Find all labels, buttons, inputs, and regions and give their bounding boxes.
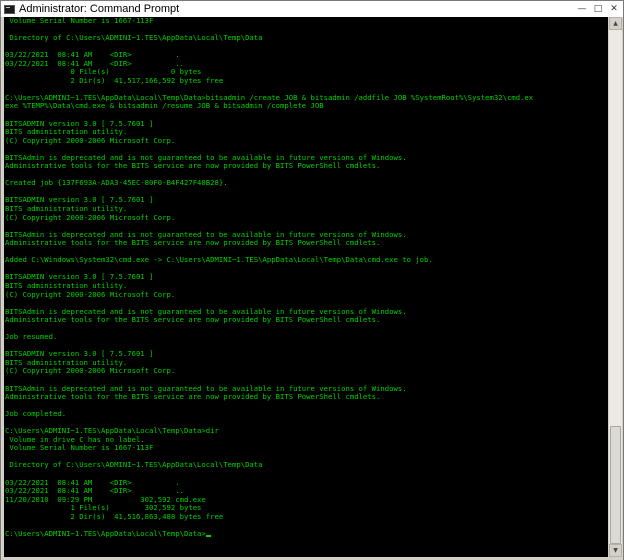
console-line: Administrative tools for the BITS servic… bbox=[5, 238, 381, 248]
scroll-down-arrow-icon[interactable]: ▼ bbox=[609, 544, 622, 557]
command-prompt-window: Administrator: Command Prompt — □ ✕ Volu… bbox=[0, 0, 624, 560]
console-line: (C) Copyright 2000-2006 Microsoft Corp. bbox=[5, 135, 176, 145]
console-line: 2 Dir(s) 41,517,166,592 bytes free bbox=[5, 75, 224, 85]
console-line: C:\Users\ADMINI~1.TES\AppData\Local\Temp… bbox=[5, 528, 206, 538]
console-output[interactable]: Volume Serial Number is 1667-113F Direct… bbox=[4, 17, 608, 557]
window-title: Administrator: Command Prompt bbox=[19, 3, 180, 15]
console-line: Directory of C:\Users\ADMINI~1.TES\AppDa… bbox=[5, 460, 263, 470]
console-line: Administrative tools for the BITS servic… bbox=[5, 161, 381, 171]
console-line: Job completed. bbox=[5, 409, 67, 419]
console-line: (C) Copyright 2000-2006 Microsoft Corp. bbox=[5, 366, 176, 376]
minimize-button[interactable]: — bbox=[575, 3, 589, 15]
scrollbar-thumb[interactable] bbox=[610, 426, 621, 544]
title-bar[interactable]: Administrator: Command Prompt — □ ✕ bbox=[1, 1, 623, 17]
console-line: exe %TEMP%\Data\cmd.exe & bitsadmin /res… bbox=[5, 101, 324, 111]
console-line: Job resumed. bbox=[5, 332, 58, 342]
console-line: (C) Copyright 2000-2006 Microsoft Corp. bbox=[5, 212, 176, 222]
vertical-scrollbar[interactable]: ▲ ▼ bbox=[609, 17, 622, 557]
console-line: Added C:\Windows\System32\cmd.exe -> C:\… bbox=[5, 255, 433, 265]
console-line: Volume Serial Number is 1667-113F bbox=[5, 443, 154, 453]
console-line: Volume Serial Number is 1667-113F bbox=[5, 17, 154, 25]
window-controls: — □ ✕ bbox=[573, 3, 621, 15]
scroll-up-arrow-icon[interactable]: ▲ bbox=[609, 17, 622, 30]
console-line: 2 Dir(s) 41,516,863,488 bytes free bbox=[5, 511, 224, 521]
console-line: Administrative tools for the BITS servic… bbox=[5, 392, 381, 402]
close-button[interactable]: ✕ bbox=[607, 3, 621, 15]
cmd-app-icon[interactable] bbox=[4, 4, 15, 14]
console-line: Directory of C:\Users\ADMINI~1.TES\AppDa… bbox=[5, 33, 263, 43]
text-cursor bbox=[205, 534, 211, 537]
console-line: (C) Copyright 2000-2006 Microsoft Corp. bbox=[5, 289, 176, 299]
console-line: Administrative tools for the BITS servic… bbox=[5, 315, 381, 325]
console-line: Created job {137F693A-ADA3-45EC-80F0-B4F… bbox=[5, 178, 228, 188]
console-text: Volume Serial Number is 1667-113F Direct… bbox=[4, 17, 608, 538]
maximize-button[interactable]: □ bbox=[591, 3, 605, 15]
